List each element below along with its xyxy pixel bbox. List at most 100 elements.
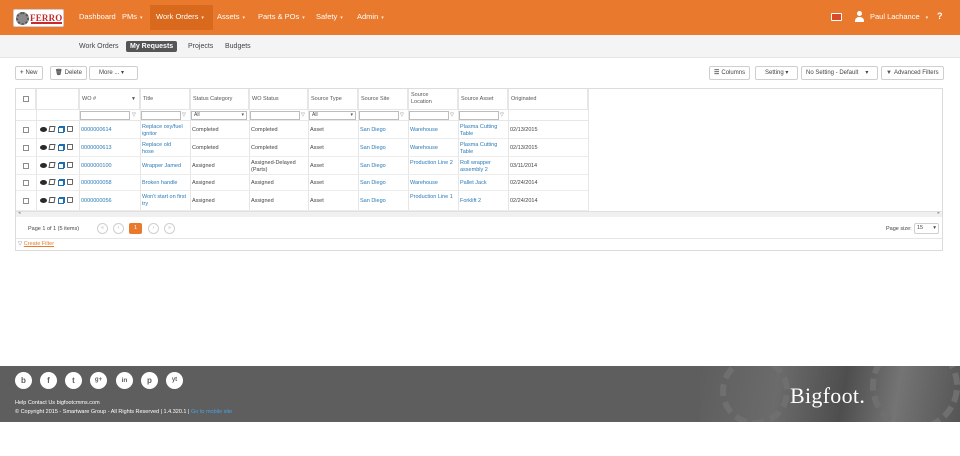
view-icon[interactable] bbox=[40, 198, 47, 203]
header-status-category[interactable]: Status Category bbox=[190, 89, 249, 109]
twitter-icon[interactable]: t bbox=[65, 372, 82, 389]
facebook-icon[interactable]: f bbox=[40, 372, 57, 389]
header-source-site[interactable]: Source Site bbox=[358, 89, 408, 109]
row-checkbox[interactable] bbox=[23, 145, 29, 151]
header-source-asset[interactable]: Source Asset bbox=[458, 89, 508, 109]
header-source-type[interactable]: Source Type bbox=[308, 89, 358, 109]
header-source-location[interactable]: Source Location bbox=[408, 89, 458, 109]
ferro-logo[interactable]: FERRO bbox=[13, 9, 64, 27]
filter-funnel-icon[interactable]: ▽ bbox=[182, 112, 186, 118]
trash-icon[interactable] bbox=[67, 144, 73, 150]
title-link[interactable]: Broken handle bbox=[142, 180, 190, 187]
source-asset-link[interactable]: Forklift 2 bbox=[460, 198, 506, 205]
source-location-link[interactable]: Warehouse bbox=[410, 127, 456, 134]
tab-work-orders[interactable]: Work Orders bbox=[79, 43, 119, 50]
title-link[interactable]: Replace old hose bbox=[142, 142, 182, 155]
columns-button[interactable]: ☰ Columns bbox=[709, 66, 751, 80]
filter-status-category-select[interactable]: All bbox=[191, 111, 247, 120]
google-plus-icon[interactable]: g+ bbox=[90, 372, 107, 389]
title-link[interactable]: Wrapper Jamed bbox=[142, 163, 190, 170]
setting-dropdown[interactable]: Setting ▾ bbox=[755, 66, 798, 80]
wo-number-link[interactable]: 0000000613 bbox=[81, 145, 112, 152]
scroll-left-icon[interactable]: ◂ bbox=[18, 210, 21, 216]
language-flag-icon[interactable] bbox=[831, 13, 842, 21]
sort-desc-icon[interactable]: ▼ bbox=[131, 96, 136, 103]
tab-my-requests[interactable]: My Requests bbox=[126, 41, 178, 52]
title-link[interactable]: Won't start on first try bbox=[142, 194, 188, 207]
filter-title-input[interactable] bbox=[141, 111, 181, 120]
new-button[interactable]: + New bbox=[15, 66, 43, 80]
nav-work-orders[interactable]: Work Orders ▾ bbox=[156, 12, 204, 21]
copy-icon[interactable] bbox=[58, 180, 64, 186]
wo-number-link[interactable]: 0000000056 bbox=[81, 198, 112, 205]
filter-wo-number-input[interactable] bbox=[80, 111, 130, 120]
filter-source-type-select[interactable]: All bbox=[309, 111, 356, 120]
filter-funnel-icon[interactable]: ▽ bbox=[500, 112, 504, 118]
create-filter-link[interactable]: ▽ Create Filter bbox=[18, 241, 54, 247]
source-asset-link[interactable]: Roll wrapper assembly 2 bbox=[460, 160, 506, 173]
wo-number-link[interactable]: 0000000058 bbox=[81, 180, 112, 187]
mobile-site-link[interactable]: Go to mobile site bbox=[191, 409, 232, 415]
last-page-icon[interactable]: » bbox=[164, 223, 175, 234]
youtube-icon[interactable]: yt bbox=[166, 372, 183, 389]
source-site-link[interactable]: San Diego bbox=[360, 198, 386, 205]
header-wo-status[interactable]: WO Status bbox=[249, 89, 308, 109]
source-site-link[interactable]: San Diego bbox=[360, 145, 386, 152]
view-icon[interactable] bbox=[40, 180, 47, 185]
edit-icon[interactable] bbox=[48, 162, 56, 168]
source-asset-link[interactable]: Pallet Jack bbox=[460, 180, 506, 187]
trash-icon[interactable] bbox=[67, 162, 73, 168]
row-checkbox[interactable] bbox=[23, 198, 29, 204]
edit-icon[interactable] bbox=[48, 179, 56, 185]
source-location-link[interactable]: Warehouse bbox=[410, 145, 456, 152]
header-title[interactable]: Title bbox=[140, 89, 190, 109]
edit-icon[interactable] bbox=[48, 197, 56, 203]
copy-icon[interactable] bbox=[58, 198, 64, 204]
copy-icon[interactable] bbox=[58, 163, 64, 169]
more-button[interactable]: More ... ▾ bbox=[89, 66, 138, 80]
trash-icon[interactable] bbox=[67, 197, 73, 203]
view-icon[interactable] bbox=[40, 127, 47, 132]
bigfoot-logo[interactable]: Bigfoot. bbox=[790, 383, 865, 409]
nav-parts-pos[interactable]: Parts & POs ▾ bbox=[258, 12, 305, 21]
trash-icon[interactable] bbox=[67, 179, 73, 185]
view-icon[interactable] bbox=[40, 145, 47, 150]
filter-funnel-icon[interactable]: ▽ bbox=[132, 112, 136, 118]
header-originated[interactable]: Originated bbox=[508, 89, 588, 109]
edit-icon[interactable] bbox=[48, 126, 56, 132]
scroll-right-icon[interactable]: ▸ bbox=[937, 210, 940, 216]
source-asset-link[interactable]: Plasma Cutting Table bbox=[460, 124, 506, 137]
first-page-icon[interactable]: « bbox=[97, 223, 108, 234]
next-page-icon[interactable]: › bbox=[148, 223, 159, 234]
copy-icon[interactable] bbox=[58, 127, 64, 133]
tab-projects[interactable]: Projects bbox=[188, 43, 213, 50]
prev-page-icon[interactable]: ‹ bbox=[113, 223, 124, 234]
advanced-filters-button[interactable]: ▼ Advanced Filters bbox=[881, 66, 944, 80]
source-location-link[interactable]: Production Line 1 bbox=[410, 194, 456, 201]
filter-source-site-input[interactable] bbox=[359, 111, 399, 120]
delete-button[interactable]: 🗑 Delete bbox=[50, 66, 87, 80]
row-checkbox[interactable] bbox=[23, 163, 29, 169]
table-row[interactable]: 0000000613 Replace old hose Completed Co… bbox=[16, 139, 588, 157]
nav-admin[interactable]: Admin ▾ bbox=[357, 12, 384, 21]
table-row[interactable]: 0000000614 Replace oxy/fuel ignitor Comp… bbox=[16, 121, 588, 139]
header-wo-number[interactable]: WO # ▼ bbox=[79, 89, 140, 109]
trash-icon[interactable] bbox=[67, 126, 73, 132]
filter-source-asset-input[interactable] bbox=[459, 111, 499, 120]
nav-assets[interactable]: Assets ▾ bbox=[217, 12, 245, 21]
source-site-link[interactable]: San Diego bbox=[360, 163, 386, 170]
filter-funnel-icon[interactable]: ▽ bbox=[400, 112, 404, 118]
linkedin-icon[interactable]: in bbox=[116, 372, 133, 389]
nav-dashboard[interactable]: Dashboard bbox=[79, 12, 116, 21]
source-location-link[interactable]: Warehouse bbox=[410, 180, 456, 187]
table-row[interactable]: 0000000100 Wrapper Jamed Assigned Assign… bbox=[16, 157, 588, 175]
tab-budgets[interactable]: Budgets bbox=[225, 43, 251, 50]
source-site-link[interactable]: San Diego bbox=[360, 180, 386, 187]
pinterest-icon[interactable]: p bbox=[141, 372, 158, 389]
edit-icon[interactable] bbox=[48, 144, 56, 150]
copy-icon[interactable] bbox=[58, 145, 64, 151]
wo-number-link[interactable]: 0000000100 bbox=[81, 163, 112, 170]
row-checkbox[interactable] bbox=[23, 180, 29, 186]
source-location-link[interactable]: Production Line 2 bbox=[410, 160, 456, 167]
table-row[interactable]: 0000000056 Won't start on first try Assi… bbox=[16, 191, 588, 211]
